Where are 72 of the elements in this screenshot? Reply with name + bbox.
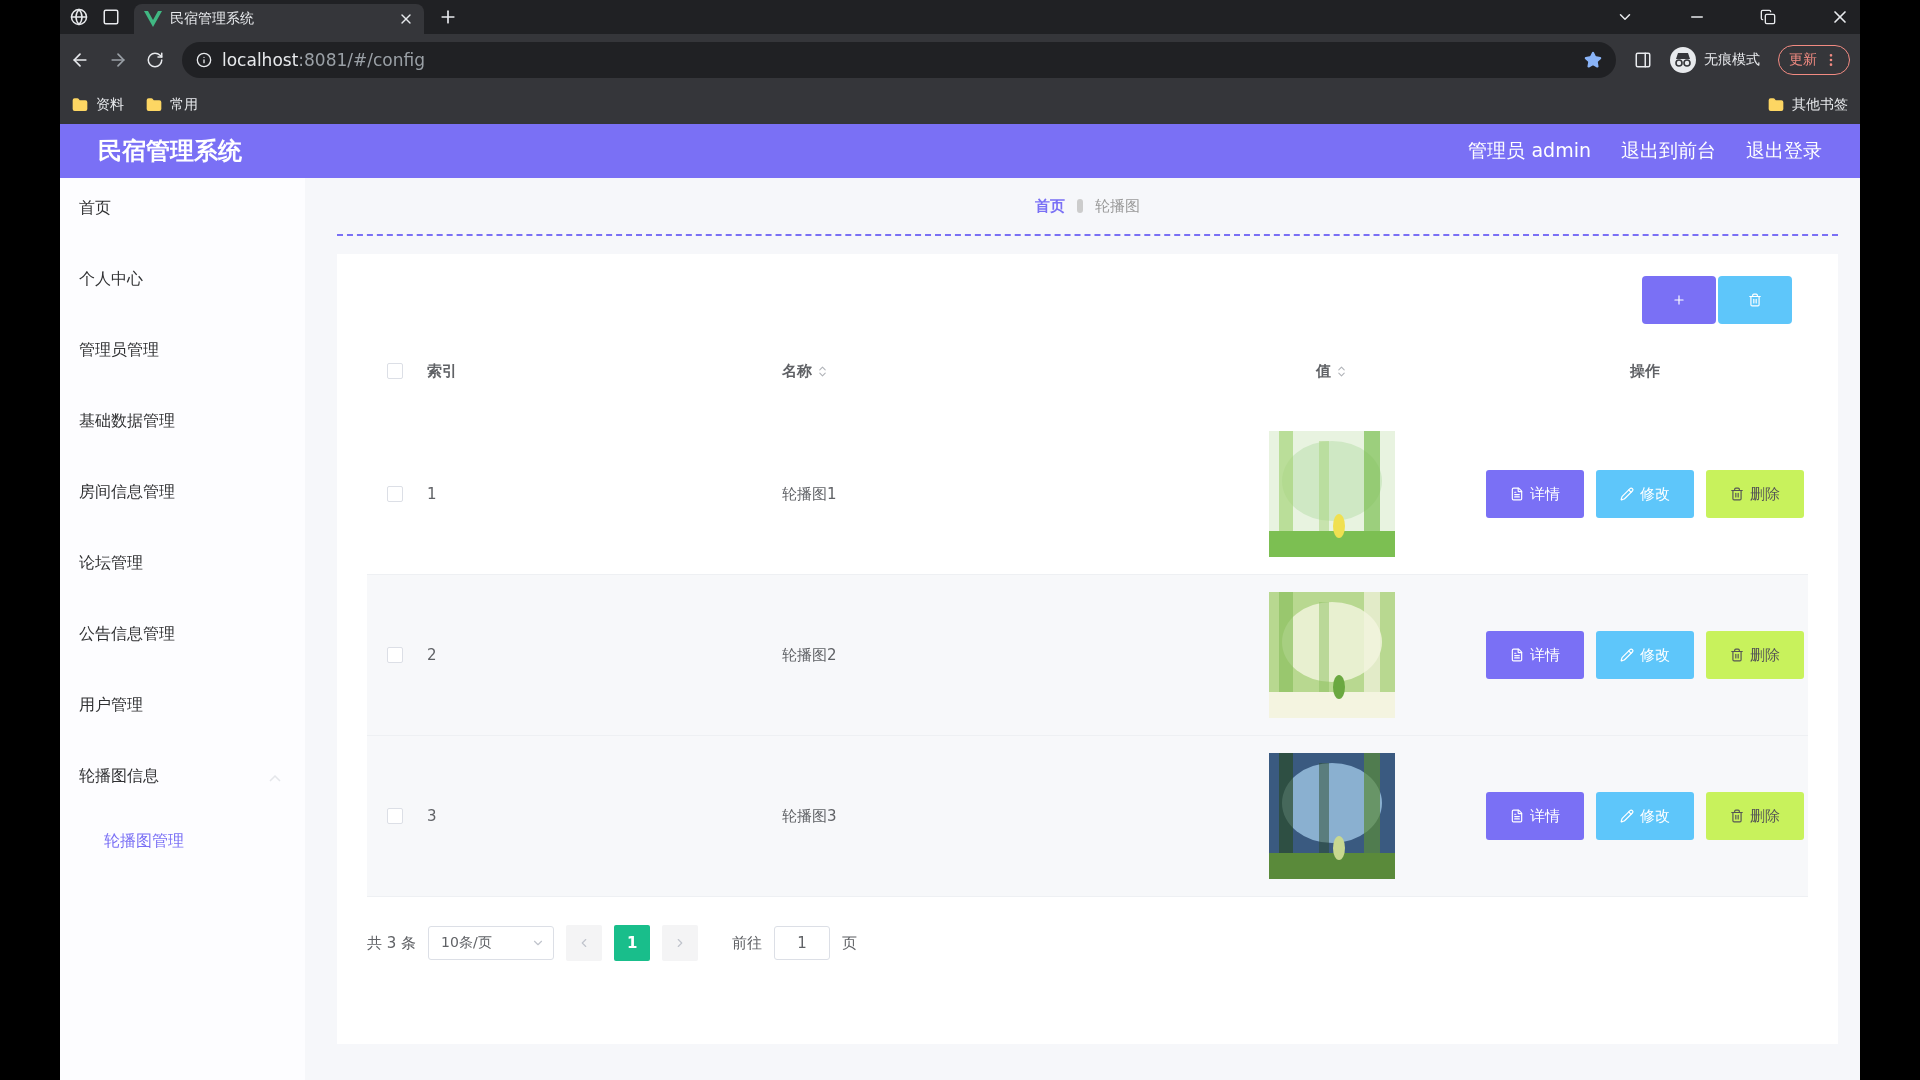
folder-icon[interactable] <box>146 97 162 113</box>
v-logo-icon <box>144 11 162 27</box>
app-title: 民宿管理系统 <box>98 136 243 167</box>
header-link[interactable]: 管理员 admin <box>1468 138 1591 164</box>
header-link[interactable]: 退出登录 <box>1746 138 1822 164</box>
document-icon <box>1510 487 1524 501</box>
table-cell-text: 1 <box>427 485 438 503</box>
pencil-icon <box>1620 809 1634 823</box>
trash-icon <box>1748 293 1762 307</box>
bookmark[interactable]: 资料 <box>96 96 124 114</box>
folder-icon[interactable] <box>1768 97 1784 113</box>
sidebar-item[interactable]: 管理员管理 <box>60 334 305 405</box>
sidebar-item[interactable]: 基础数据管理 <box>60 405 305 476</box>
bookmark[interactable]: 常用 <box>170 96 198 114</box>
trash-icon <box>1730 487 1744 501</box>
globe-icon[interactable] <box>70 8 88 26</box>
table-cell-text: 轮播图2 <box>782 645 838 665</box>
goto-label: 前往 <box>732 933 763 953</box>
incognito-icon[interactable] <box>1670 47 1696 73</box>
trash-icon <box>1730 809 1744 823</box>
restore-icon[interactable] <box>1760 9 1776 25</box>
sidebar-item[interactable]: 个人中心 <box>60 263 305 334</box>
column-header: 操作 <box>1630 361 1660 381</box>
page-size-select[interactable]: 10条/页 <box>428 926 555 960</box>
folder-icon[interactable] <box>72 97 88 113</box>
column-header[interactable]: 名称 <box>782 361 829 381</box>
delete-button[interactable]: 删除 <box>1706 470 1804 518</box>
header-link[interactable]: 退出到前台 <box>1621 138 1716 164</box>
table-cell-text: 2 <box>427 646 438 664</box>
reload-icon[interactable] <box>146 51 164 69</box>
separator-icon <box>1075 198 1085 214</box>
page-input[interactable]: 1 <box>774 926 831 960</box>
table-cell-text: 轮播图3 <box>782 806 838 826</box>
detail-button[interactable]: 详情 <box>1486 470 1584 518</box>
pencil-icon <box>1620 487 1634 501</box>
row-checkbox[interactable] <box>387 808 403 824</box>
page-unit: 页 <box>842 933 858 953</box>
chevron-up-icon <box>269 774 281 782</box>
column-header[interactable]: 值 <box>1316 361 1348 381</box>
breadcrumb-item[interactable]: 首页 <box>1035 196 1065 216</box>
document-icon <box>1510 648 1524 662</box>
sidebar-item[interactable]: 论坛管理 <box>60 547 305 618</box>
sidebar-item[interactable]: 用户管理 <box>60 689 305 760</box>
row-checkbox[interactable] <box>387 486 403 502</box>
row-checkbox[interactable] <box>387 647 403 663</box>
document-icon <box>1510 809 1524 823</box>
plus-icon <box>1672 293 1686 307</box>
tab-icon[interactable] <box>102 8 120 26</box>
table-cell-text: 3 <box>427 807 438 825</box>
delete-button[interactable]: 删除 <box>1706 631 1804 679</box>
star-icon[interactable] <box>1584 51 1602 69</box>
address-bar[interactable]: localhost:8081/#/config <box>182 42 1616 78</box>
sidebar-item[interactable]: 首页 <box>60 192 305 263</box>
total-count: 共 3 条 <box>367 933 417 953</box>
sidebar-item[interactable]: 房间信息管理 <box>60 476 305 547</box>
other-bookmarks[interactable]: 其他书签 <box>1792 96 1848 114</box>
table-cell-text: 轮播图1 <box>782 484 838 504</box>
pencil-icon <box>1620 648 1634 662</box>
sidebar-item[interactable]: 公告信息管理 <box>60 618 305 689</box>
sidebar-item[interactable]: 轮播图信息 <box>60 760 305 831</box>
select-all-checkbox[interactable] <box>387 363 403 379</box>
sidebar-subitem[interactable]: 轮播图管理 <box>60 831 305 881</box>
detail-button[interactable]: 详情 <box>1486 631 1584 679</box>
info-icon <box>196 52 212 68</box>
incognito-label: 无痕模式 <box>1704 51 1760 69</box>
delete-button[interactable]: 删除 <box>1706 792 1804 840</box>
column-header: 索引 <box>427 361 457 381</box>
breadcrumb-item: 轮播图 <box>1095 196 1140 216</box>
trash-icon <box>1730 648 1744 662</box>
detail-button[interactable]: 详情 <box>1486 792 1584 840</box>
side-panel-icon[interactable] <box>1634 51 1652 69</box>
browser-tab[interactable]: 民宿管理系统 <box>134 4 424 34</box>
